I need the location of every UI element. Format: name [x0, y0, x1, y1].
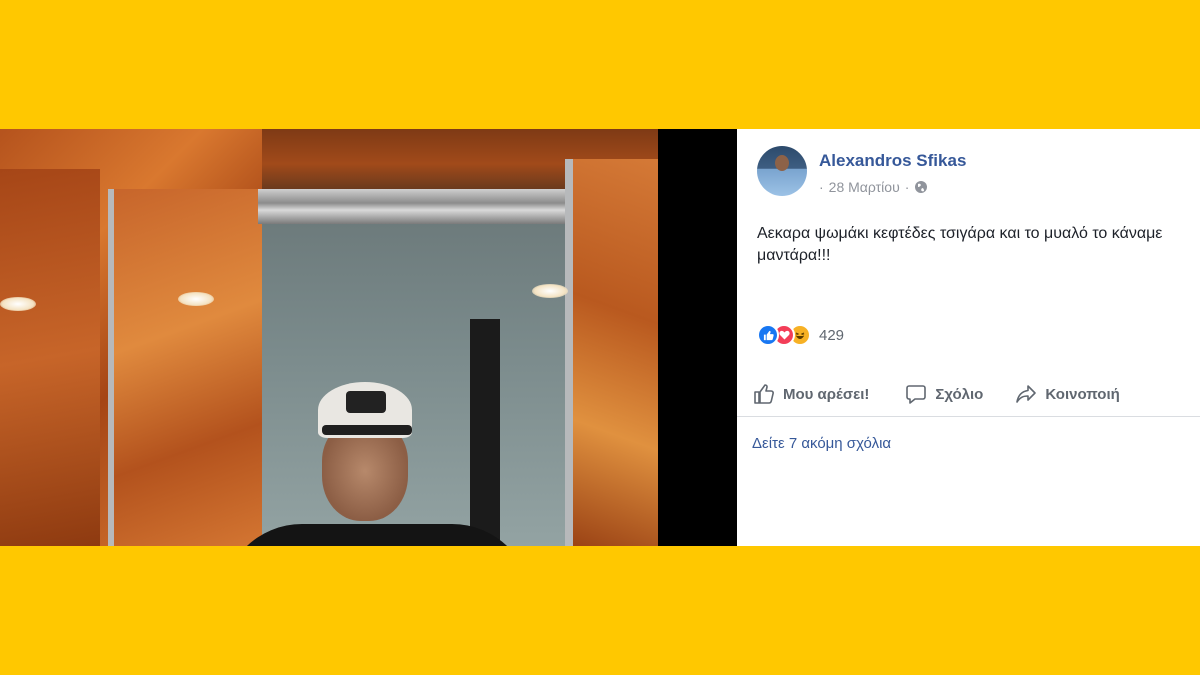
elevator-left-panel — [108, 189, 264, 546]
post-sidebar: Alexandros Sfikas · 28 Μαρτίου · Αεκαρα … — [737, 129, 1200, 546]
ceiling-lamp — [178, 292, 214, 306]
post-text: Αεκαρα ψωμάκι κεφτέδες τσιγάρα και το μυ… — [757, 225, 1163, 264]
avatar-head — [775, 155, 789, 171]
elevator-right-wall — [565, 159, 658, 546]
cap-brim — [322, 425, 412, 435]
like-button[interactable]: Μου αρέσει! — [753, 383, 869, 405]
meta-separator: · — [819, 179, 824, 195]
ceiling-lamp — [532, 284, 568, 298]
elevator-left-panel-outer — [0, 169, 100, 546]
post-photo[interactable] — [0, 129, 658, 546]
like-icon — [757, 324, 779, 346]
reactions-summary[interactable]: 429 — [757, 324, 844, 346]
post-date[interactable]: 28 Μαρτίου — [829, 179, 900, 195]
reaction-count: 429 — [819, 326, 845, 344]
share-button[interactable]: Κοινοποιή — [1015, 383, 1120, 405]
share-button-label: Κοινοποιή — [1045, 385, 1120, 403]
comment-icon — [906, 385, 927, 404]
view-more-comments-link[interactable]: Δείτε 7 ακόμη σχόλια — [752, 435, 891, 452]
cap-logo — [346, 391, 386, 413]
ceiling-lamp — [0, 297, 36, 311]
facebook-post: Alexandros Sfikas · 28 Μαρτίου · Αεκαρα … — [0, 129, 1200, 546]
thumbs-up-icon — [754, 384, 774, 404]
photo-letterbox — [658, 129, 737, 546]
post-action-bar: Μου αρέσει! Σχόλιο Κοινοποιή — [737, 372, 1200, 417]
author-name[interactable]: Alexandros Sfikas — [819, 151, 966, 171]
author-avatar[interactable] — [757, 146, 807, 196]
like-button-label: Μου αρέσει! — [783, 385, 870, 403]
globe-icon[interactable] — [914, 180, 928, 194]
share-icon — [1016, 385, 1037, 403]
elevator-door — [262, 224, 577, 546]
elevator-door-frame — [258, 189, 588, 224]
elevator-door-slot — [470, 319, 500, 546]
post-meta: · 28 Μαρτίου · — [819, 179, 928, 195]
comment-button-label: Σχόλιο — [935, 385, 984, 403]
meta-separator: · — [904, 179, 910, 195]
comment-button[interactable]: Σχόλιο — [905, 383, 983, 405]
